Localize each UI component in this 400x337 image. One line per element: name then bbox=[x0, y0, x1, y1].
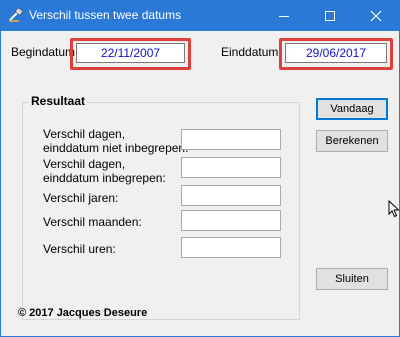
app-window: Verschil tussen twee datums Begindatum: … bbox=[0, 0, 400, 337]
title-bar[interactable]: Verschil tussen twee datums bbox=[1, 1, 399, 31]
today-button[interactable]: Vandaag bbox=[316, 98, 388, 120]
years-output[interactable] bbox=[181, 185, 281, 206]
close-window-button[interactable] bbox=[353, 1, 399, 31]
months-label: Verschil maanden: bbox=[43, 215, 142, 229]
begin-date-input[interactable]: 22/11/2007 bbox=[76, 43, 185, 63]
years-label: Verschil jaren: bbox=[43, 191, 119, 205]
dialog-content: Begindatum: 22/11/2007 Einddatum: 29/06/… bbox=[1, 31, 399, 336]
days-excl-label-line1: Verschil dagen, bbox=[43, 127, 126, 141]
days-incl-label-line1: Verschil dagen, bbox=[43, 157, 126, 171]
hours-output[interactable] bbox=[181, 237, 281, 258]
days-incl-label-line2: einddatum inbegrepen: bbox=[43, 171, 166, 185]
hours-label: Verschil uren: bbox=[43, 242, 116, 256]
close-button[interactable]: Sluiten bbox=[316, 268, 388, 290]
days-excl-label-line2: einddatum niet inbegrepen: bbox=[43, 141, 189, 155]
copyright-text: © 2017 Jacques Deseure bbox=[18, 307, 148, 319]
months-output[interactable] bbox=[181, 210, 281, 231]
maximize-button[interactable] bbox=[307, 1, 353, 31]
app-icon[interactable] bbox=[8, 7, 24, 23]
days-incl-output[interactable] bbox=[181, 157, 281, 178]
end-date-label: Einddatum: bbox=[221, 45, 282, 59]
begin-date-label: Begindatum: bbox=[11, 45, 79, 59]
minimize-button[interactable] bbox=[261, 1, 307, 31]
days-excl-output[interactable] bbox=[181, 129, 281, 150]
mouse-cursor-icon bbox=[388, 199, 400, 221]
window-title: Verschil tussen twee datums bbox=[29, 8, 182, 22]
calculate-button[interactable]: Berekenen bbox=[316, 130, 388, 152]
result-group-title: Resultaat bbox=[29, 94, 88, 108]
end-date-input[interactable]: 29/06/2017 bbox=[285, 43, 387, 63]
